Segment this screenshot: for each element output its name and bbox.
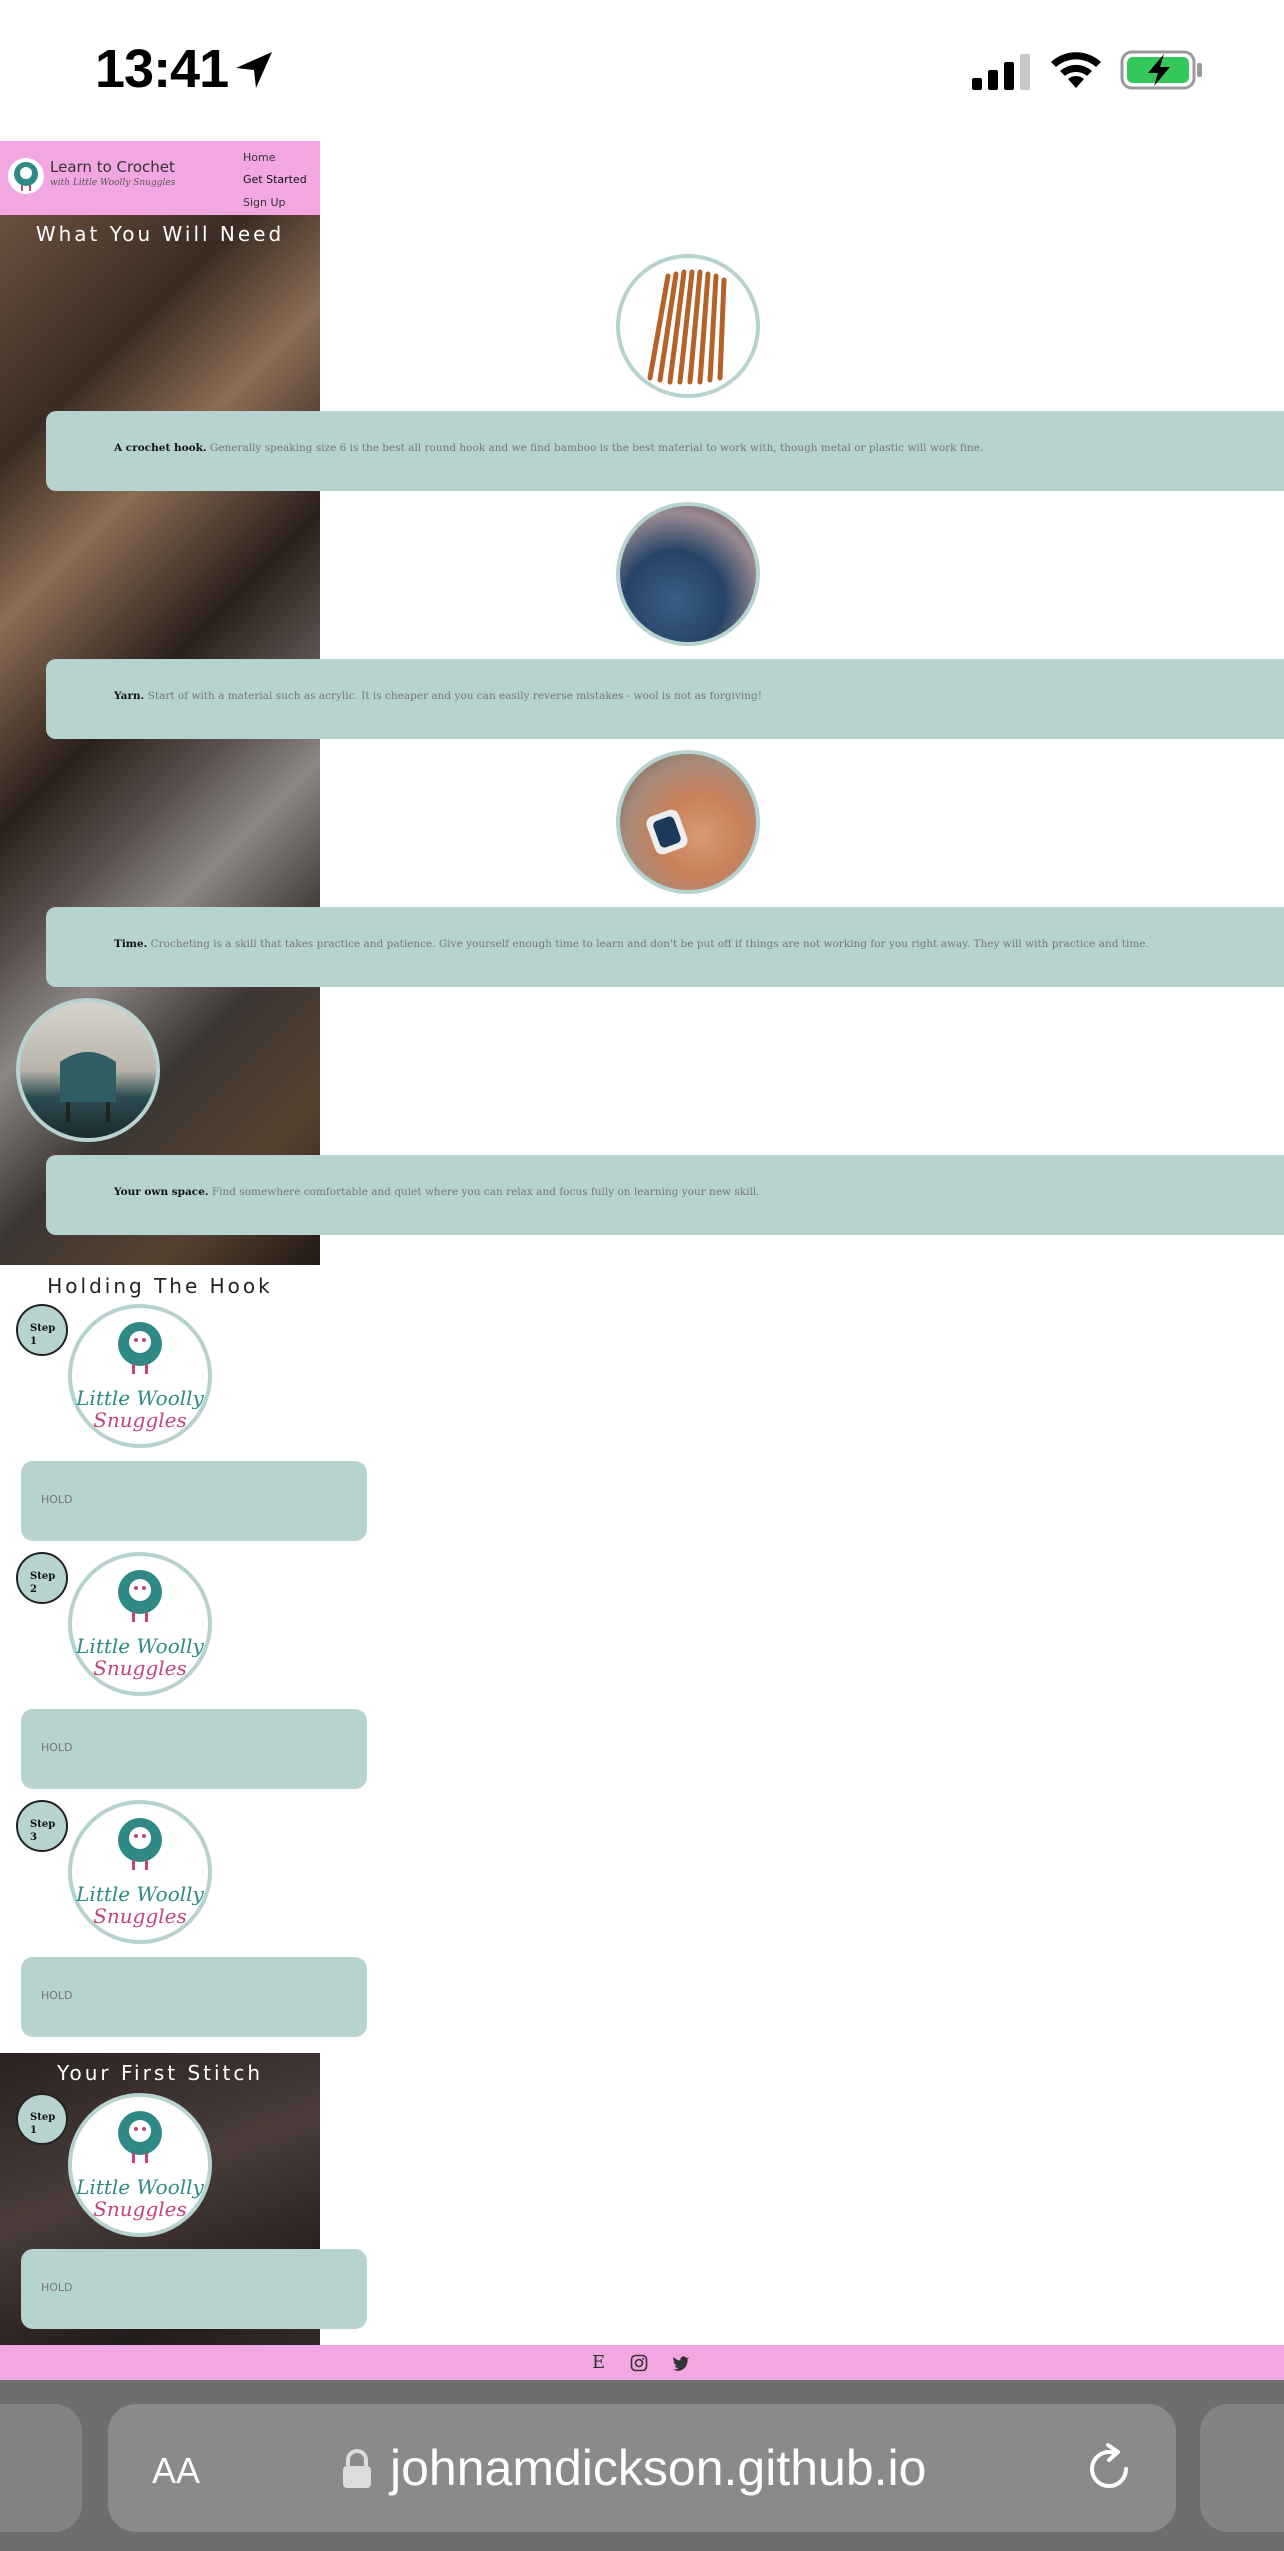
little-woolly-snuggles-logo: Little Woolly Snuggles (68, 1552, 212, 1696)
need-title: Time. (114, 938, 148, 950)
sheep-logo-icon[interactable] (8, 158, 44, 194)
reader-aa-button[interactable]: AA (152, 2440, 200, 2495)
need-card-time: Time. Crocheting is a skill that takes p… (46, 907, 1284, 987)
need-title: A crochet hook. (114, 442, 207, 454)
hold-card: HOLD (21, 2249, 367, 2329)
step-badge: Step 1 (16, 2093, 68, 2145)
need-card-yarn: Yarn. Start of with a material such as a… (46, 659, 1284, 739)
armchair-photo (16, 998, 160, 1142)
need-title: Yarn. (114, 690, 145, 702)
little-woolly-snuggles-logo: Little Woolly Snuggles (68, 2093, 212, 2237)
nav-get-started[interactable]: Get Started (243, 173, 307, 186)
battery-charging-icon (1120, 50, 1202, 90)
lock-icon (343, 2449, 371, 2488)
instagram-icon[interactable] (630, 2354, 648, 2372)
step-badge: Step 3 (16, 1800, 68, 1852)
section-title-first-stitch: Your First Stitch (56, 2061, 264, 2085)
previous-tab[interactable] (0, 2404, 82, 2532)
etsy-icon[interactable]: E (592, 2352, 605, 2373)
need-text: Crocheting is a skill that takes practic… (147, 938, 1149, 950)
need-card-hook: A crochet hook. Generally speaking size … (46, 411, 1284, 491)
step-badge: Step 1 (16, 1304, 68, 1356)
need-text: Find somewhere comfortable and quiet whe… (208, 1186, 760, 1198)
reload-icon[interactable] (1082, 2442, 1136, 2496)
yarn-photo (616, 502, 760, 646)
location-arrow-icon (236, 52, 272, 88)
next-tab[interactable] (1200, 2404, 1284, 2532)
little-woolly-snuggles-logo: Little Woolly Snuggles (68, 1800, 212, 1944)
little-woolly-snuggles-logo: Little Woolly Snuggles (68, 1304, 212, 1448)
crochet-hooks-photo (616, 254, 760, 398)
cellular-signal-icon (972, 54, 1030, 90)
url-text[interactable]: johnamdickson.github.io (390, 2439, 926, 2497)
nav-sign-up[interactable]: Sign Up (243, 196, 286, 209)
step-badge: Step 2 (16, 1552, 68, 1604)
twitter-icon[interactable] (672, 2355, 690, 2371)
hold-card: HOLD (21, 1709, 367, 1789)
hold-card: HOLD (21, 1461, 367, 1541)
hold-card: HOLD (21, 1957, 367, 2037)
need-title: Your own space. (114, 1186, 209, 1198)
brand-subtitle: with Little Woolly Snuggles (50, 178, 176, 188)
section-title-holding: Holding The Hook (47, 1274, 273, 1298)
need-card-space: Your own space. Find somewhere comfortab… (46, 1155, 1284, 1235)
need-text: Start of with a material such as acrylic… (144, 690, 762, 702)
watch-photo (616, 750, 760, 894)
section-title-needs: What You Will Need (35, 222, 285, 246)
wifi-icon (1051, 52, 1101, 88)
need-text: Generally speaking size 6 is the best al… (206, 442, 984, 454)
nav-home[interactable]: Home (243, 151, 275, 164)
status-time: 13:41 (95, 39, 229, 99)
brand-title[interactable]: Learn to Crochet (50, 158, 175, 176)
